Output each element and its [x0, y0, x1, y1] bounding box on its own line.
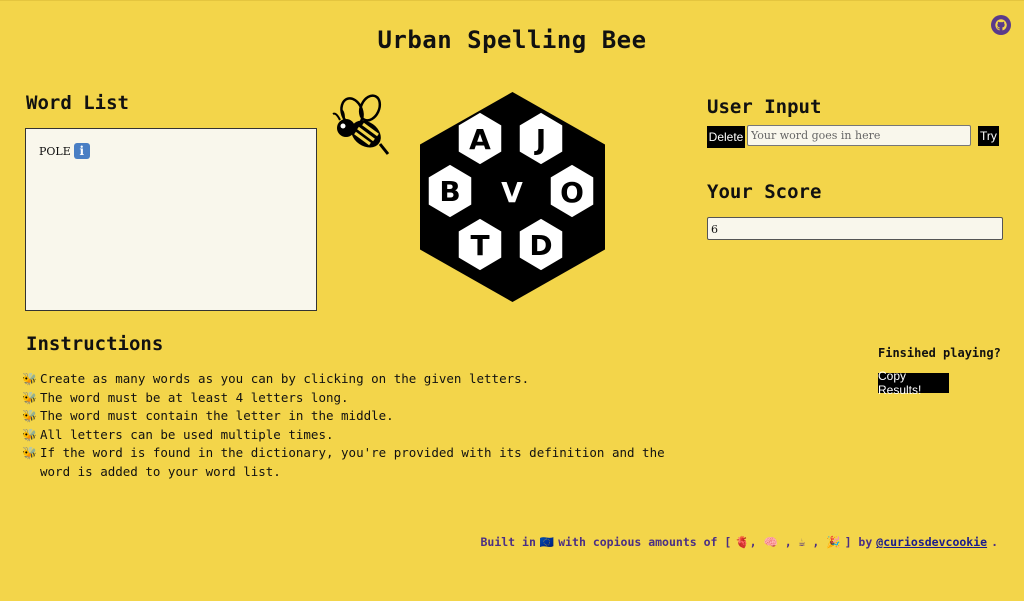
footer-by: ] by — [844, 535, 873, 549]
eu-flag-icon: 🇪🇺 — [539, 535, 555, 549]
instruction-text: The word must contain the letter in the … — [40, 408, 394, 423]
bee-icon: 🐝 — [22, 390, 37, 405]
top-border — [0, 0, 1024, 1]
instruction-text: The word must be at least 4 letters long… — [40, 389, 349, 405]
hex-letter-j: J — [534, 123, 546, 156]
honeycomb: A J B V O T D — [420, 92, 605, 302]
try-button[interactable]: Try — [978, 126, 999, 146]
hex-letter-d: D — [529, 229, 552, 262]
instructions-title: Instructions — [26, 333, 164, 355]
instruction-text: Create as many words as you can by click… — [40, 371, 530, 386]
github-icon[interactable] — [991, 15, 1011, 35]
bee-icon: 🐝 — [22, 427, 37, 442]
hex-letter-o: O — [560, 176, 584, 209]
word-list-title: Word List — [26, 92, 129, 114]
list-item: 🐝 If the word is found in the dictionary,… — [22, 444, 702, 481]
copy-results-button[interactable]: Copy Results! — [878, 369, 949, 397]
footer-built-in: Built in — [480, 535, 536, 549]
hex-letter-a: A — [469, 123, 491, 156]
hex-letter-t: T — [470, 229, 489, 262]
bee-icon: 🐝 — [22, 372, 37, 386]
delete-button[interactable]: Delete — [707, 126, 745, 148]
word-text: POLE — [39, 144, 71, 158]
word-input[interactable] — [747, 125, 971, 146]
instructions-list: 🐝 Create as many words as you can by clic… — [22, 370, 702, 481]
list-item: 🐝 The word must be at least 4 letters lon… — [22, 389, 702, 408]
list-item: 🐝 Create as many words as you can by clic… — [22, 370, 702, 389]
score-title: Your Score — [707, 181, 822, 203]
footer-items: 🫀, 🧠 , ☕ , 🎉 — [735, 535, 841, 549]
footer-with-text: with copious amounts of [ — [558, 535, 732, 549]
score-value: 6 — [707, 217, 1003, 240]
footer-end: . — [991, 535, 998, 549]
hex-letter-b: B — [439, 175, 460, 208]
bee-icon: 🐝 — [22, 446, 37, 460]
page-title: Urban Spelling Bee — [377, 26, 647, 54]
author-link[interactable]: @curiosdevcookie — [876, 535, 987, 549]
finished-prompt: Finsihed playing? — [878, 346, 1001, 360]
list-item: 🐝 All letters can be used multiple times. — [22, 426, 702, 445]
list-item: 🐝 The word must contain the letter in the… — [22, 407, 702, 426]
footer: Built in 🇪🇺 with copious amounts of [ 🫀,… — [480, 535, 998, 549]
hex-letter-v: V — [501, 176, 523, 209]
word-list-box: POLE i — [25, 128, 317, 311]
instruction-text: If the word is found in the dictionary, … — [40, 445, 665, 479]
bee-icon: 🐝 — [22, 409, 37, 423]
instruction-text: All letters can be used multiple times. — [40, 426, 334, 442]
user-input-title: User Input — [707, 96, 822, 118]
bee-illustration — [332, 94, 390, 155]
info-icon[interactable]: i — [73, 143, 90, 159]
word-list-item: POLE i — [39, 143, 90, 159]
